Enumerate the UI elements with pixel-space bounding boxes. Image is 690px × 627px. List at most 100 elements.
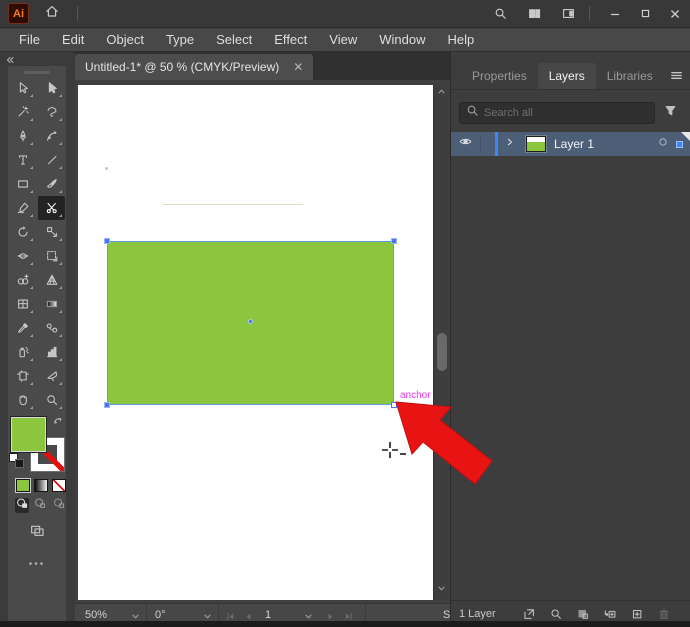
artboard-tool[interactable] bbox=[9, 364, 36, 388]
fill-color-swatch[interactable] bbox=[10, 416, 47, 453]
curvature-tool[interactable] bbox=[38, 124, 65, 148]
color-button[interactable] bbox=[15, 478, 31, 493]
screen-mode-icon[interactable] bbox=[8, 513, 66, 543]
home-icon[interactable] bbox=[41, 3, 63, 25]
locate-object-icon[interactable] bbox=[549, 607, 563, 621]
close-button[interactable] bbox=[660, 1, 690, 27]
scroll-up-icon[interactable] bbox=[436, 84, 447, 102]
menu-item-select[interactable]: Select bbox=[205, 30, 263, 50]
rectangle-icon bbox=[16, 177, 30, 191]
draw-behind-icon[interactable] bbox=[33, 498, 47, 513]
menu-item-help[interactable]: Help bbox=[436, 30, 485, 50]
selection-tool[interactable] bbox=[9, 76, 36, 100]
cursor-filled-icon bbox=[45, 81, 59, 95]
shaper-tool[interactable] bbox=[9, 196, 36, 220]
create-new-layer-icon[interactable] bbox=[630, 607, 644, 621]
filter-icon[interactable] bbox=[663, 103, 678, 123]
arrange-documents-icon[interactable] bbox=[557, 3, 579, 25]
layer-thumbnail[interactable] bbox=[525, 135, 547, 153]
width-tool[interactable] bbox=[9, 244, 36, 268]
color-mode-buttons bbox=[8, 475, 66, 493]
menu-item-view[interactable]: View bbox=[318, 30, 368, 50]
layer-name[interactable]: Layer 1 bbox=[554, 137, 594, 151]
scroll-down-icon[interactable] bbox=[436, 581, 447, 599]
minimize-button[interactable] bbox=[600, 1, 630, 27]
panel-corner-marker bbox=[681, 132, 690, 141]
lasso-tool[interactable] bbox=[38, 100, 65, 124]
rotate-tool[interactable] bbox=[9, 220, 36, 244]
collect-for-export-icon[interactable] bbox=[522, 607, 536, 621]
free-transform-icon bbox=[45, 249, 59, 263]
rectangle-tool[interactable] bbox=[9, 172, 36, 196]
menu-item-edit[interactable]: Edit bbox=[51, 30, 95, 50]
zoom-level-value[interactable]: 50% bbox=[85, 609, 107, 621]
scale-tool[interactable] bbox=[38, 220, 65, 244]
artboard-number[interactable]: 1 bbox=[265, 609, 271, 621]
free-transform-tool[interactable] bbox=[38, 244, 65, 268]
scissors-tool[interactable] bbox=[38, 196, 65, 220]
default-fill-stroke-icon[interactable] bbox=[9, 453, 24, 468]
shape-builder-tool[interactable] bbox=[9, 268, 36, 292]
app-logo-icon: Ai bbox=[8, 3, 29, 24]
center-point-handle[interactable] bbox=[248, 319, 253, 324]
search-icon[interactable] bbox=[489, 3, 511, 25]
document-tab-strip: Untitled-1* @ 50 % (CMYK/Preview) ✕ bbox=[75, 52, 450, 80]
layer-selection-indicator[interactable] bbox=[676, 140, 683, 148]
menu-item-type[interactable]: Type bbox=[155, 30, 205, 50]
type-tool[interactable] bbox=[9, 148, 36, 172]
gradient-tool[interactable] bbox=[38, 292, 65, 316]
pen-tool[interactable] bbox=[9, 124, 36, 148]
anchor-handle-top-right[interactable] bbox=[391, 238, 397, 244]
paintbrush-tool[interactable] bbox=[38, 172, 65, 196]
tab-properties[interactable]: Properties bbox=[461, 63, 538, 89]
layer-target-icon[interactable] bbox=[657, 135, 669, 153]
panel-grip[interactable] bbox=[24, 71, 50, 74]
anchor-handle-top-left[interactable] bbox=[104, 238, 110, 244]
layer-row[interactable]: Layer 1 bbox=[451, 132, 690, 156]
expand-layer-icon[interactable] bbox=[504, 135, 516, 153]
draw-normal-icon[interactable] bbox=[15, 498, 30, 513]
magic-wand-tool[interactable] bbox=[9, 100, 36, 124]
canvas[interactable]: anchor bbox=[75, 80, 450, 603]
mesh-tool[interactable] bbox=[9, 292, 36, 316]
make-clipping-mask-icon[interactable] bbox=[576, 607, 590, 621]
panel-menu-icon[interactable] bbox=[669, 68, 684, 88]
blend-tool[interactable] bbox=[38, 316, 65, 340]
anchor-handle-bottom-left[interactable] bbox=[104, 402, 110, 408]
tab-layers[interactable]: Layers bbox=[537, 63, 596, 89]
direct-selection-tool[interactable] bbox=[38, 76, 65, 100]
artboard-icon bbox=[16, 369, 30, 383]
workspace-switcher-icon[interactable] bbox=[523, 3, 545, 25]
menu-item-effect[interactable]: Effect bbox=[263, 30, 318, 50]
gradient-icon bbox=[45, 297, 59, 311]
none-button[interactable] bbox=[52, 479, 66, 492]
graph-tool[interactable] bbox=[38, 340, 65, 364]
scrollbar-thumb[interactable] bbox=[437, 333, 447, 371]
slice-tool[interactable] bbox=[38, 364, 65, 388]
line-segment-tool[interactable] bbox=[38, 148, 65, 172]
layer-selected-bar bbox=[495, 132, 498, 156]
perspective-grid-tool[interactable] bbox=[38, 268, 65, 292]
edit-toolbar-button[interactable]: ••• bbox=[8, 543, 66, 570]
menu-item-file[interactable]: File bbox=[8, 30, 51, 50]
visibility-eye-icon[interactable] bbox=[451, 134, 481, 154]
close-tab-icon[interactable]: ✕ bbox=[293, 60, 303, 74]
swap-fill-stroke-icon[interactable] bbox=[52, 415, 65, 433]
maximize-button[interactable] bbox=[630, 1, 660, 27]
gradient-button[interactable] bbox=[34, 479, 48, 492]
zoom-tool[interactable] bbox=[38, 388, 65, 412]
vertical-scrollbar[interactable] bbox=[433, 85, 449, 600]
menu-item-window[interactable]: Window bbox=[368, 30, 436, 50]
search-box[interactable] bbox=[459, 102, 655, 124]
rotation-value[interactable]: 0° bbox=[155, 609, 166, 621]
search-input[interactable] bbox=[484, 107, 649, 119]
hand-tool[interactable] bbox=[9, 388, 36, 412]
eyedropper-tool[interactable] bbox=[9, 316, 36, 340]
tab-libraries[interactable]: Libraries bbox=[596, 63, 664, 89]
document-tab[interactable]: Untitled-1* @ 50 % (CMYK/Preview) ✕ bbox=[75, 54, 314, 80]
artboard[interactable]: anchor bbox=[78, 85, 433, 600]
symbol-sprayer-tool[interactable] bbox=[9, 340, 36, 364]
draw-inside-icon[interactable] bbox=[52, 498, 66, 513]
menu-item-object[interactable]: Object bbox=[95, 30, 155, 50]
create-sublayer-icon[interactable] bbox=[603, 607, 617, 621]
